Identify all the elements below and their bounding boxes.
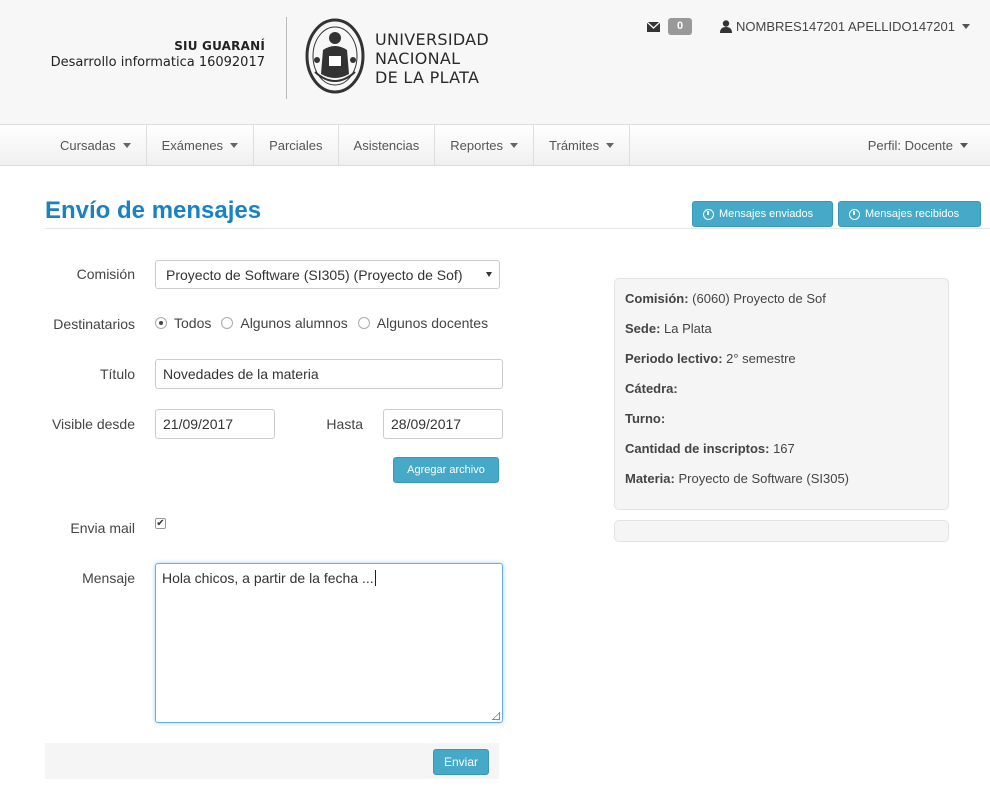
info-circle-icon	[849, 208, 860, 220]
add-file-button[interactable]: Agregar archivo	[393, 457, 499, 483]
nav-item-parciales[interactable]: Parciales	[254, 125, 339, 165]
radio-algunos-alumnos[interactable]	[221, 317, 234, 329]
info-row: Comisión: (6060) Proyecto de Sof	[625, 291, 938, 321]
nav-item-cursadas[interactable]: Cursadas	[45, 125, 147, 165]
user-name: NOMBRES147201 APELLIDO147201	[736, 19, 955, 34]
title-divider	[45, 228, 990, 229]
info-row: Sede: La Plata	[625, 321, 938, 351]
send-button[interactable]: Enviar	[433, 749, 489, 775]
mail-link[interactable]: 0	[647, 18, 692, 35]
comision-selected-value: Proyecto de Software (SI305) (Proyecto d…	[166, 266, 463, 283]
brand-subtitle: Desarrollo informatica 16092017	[50, 55, 265, 70]
titulo-input[interactable]: Novedades de la materia	[155, 359, 503, 389]
chevron-down-icon	[122, 142, 131, 148]
comision-info-panel: Comisión: (6060) Proyecto de Sof Sede: L…	[614, 278, 949, 510]
chevron-down-icon	[606, 142, 615, 148]
chevron-down-icon	[486, 272, 492, 277]
brand-title: SIU GUARANÍ	[174, 39, 265, 53]
info-circle-icon	[703, 208, 714, 220]
comision-label: Comisión	[76, 266, 135, 282]
brand: SIU GUARANÍ Desarrollo informatica 16092…	[51, 39, 265, 70]
info-row: Cátedra:	[625, 381, 938, 411]
hasta-label: Hasta	[326, 416, 363, 432]
radio-todos-label: Todos	[174, 315, 212, 331]
resize-grip-icon[interactable]	[492, 712, 500, 720]
chevron-down-icon	[230, 142, 239, 148]
nav-item-reportes[interactable]: Reportes	[435, 125, 535, 165]
nav-item-examenes[interactable]: Exámenes	[147, 125, 255, 165]
nav-item-label: Parciales	[269, 137, 323, 153]
nav-item-label: Reportes	[450, 137, 504, 153]
envia-mail-checkbox[interactable]: ✔	[155, 518, 166, 529]
destinatarios-radio-group: Todos Algunos alumnos Algunos docentes	[155, 315, 498, 331]
info-row-label: Sede:	[625, 321, 661, 336]
visible-desde-value: 21/09/2017	[163, 416, 234, 432]
checkmark-icon: ✔	[156, 518, 165, 529]
nav-item-label: Trámites	[549, 137, 600, 153]
info-row: Turno:	[625, 411, 938, 441]
chevron-down-icon	[960, 142, 968, 148]
radio-todos[interactable]	[155, 317, 167, 329]
main-navbar: Cursadas Exámenes Parciales Asistencias …	[0, 124, 990, 166]
university-name-line: UNIVERSIDAD	[375, 30, 490, 49]
nav-item-label: Asistencias	[353, 137, 420, 153]
envia-mail-label: Envia mail	[70, 520, 135, 536]
comision-select[interactable]: Proyecto de Software (SI305) (Proyecto d…	[155, 260, 500, 289]
nav-item-tramites[interactable]: Trámites	[534, 125, 631, 165]
info-row: Cantidad de inscriptos: 167	[625, 441, 938, 471]
destinatarios-label: Destinatarios	[53, 316, 135, 332]
titulo-label: Título	[99, 366, 135, 382]
envelope-icon	[647, 21, 660, 32]
info-row-label: Comisión:	[625, 291, 689, 306]
header: SIU GUARANÍ Desarrollo informatica 16092…	[0, 0, 990, 124]
chevron-down-icon	[510, 142, 519, 148]
info-row-value: 2° semestre	[722, 351, 796, 366]
info-row-value: 167	[769, 441, 795, 456]
hasta-value: 28/09/2017	[391, 416, 462, 432]
info-row-label: Periodo lectivo:	[625, 351, 723, 366]
titulo-input-value: Novedades de la materia	[163, 366, 319, 382]
mensaje-text: Hola chicos, a partir de la fecha ...	[162, 570, 374, 586]
mensaje-label: Mensaje	[82, 570, 135, 586]
info-row: Materia: Proyecto de Software (SI305)	[625, 471, 938, 501]
university-name-line: DE LA PLATA	[375, 68, 480, 87]
info-row-label: Cantidad de inscriptos:	[625, 441, 770, 456]
nav-item-asistencias[interactable]: Asistencias	[339, 125, 436, 165]
empty-info-panel	[614, 520, 949, 542]
visible-desde-label: Visible desde	[51, 416, 135, 432]
received-messages-button[interactable]: Mensajes recibidos	[838, 201, 981, 227]
brand-divider	[286, 17, 287, 99]
visible-desde-input[interactable]: 21/09/2017	[155, 409, 275, 439]
hasta-input[interactable]: 28/09/2017	[383, 409, 503, 439]
nav-item-label: Cursadas	[60, 137, 116, 153]
radio-algunos-alumnos-label: Algunos alumnos	[240, 315, 348, 331]
text-cursor	[374, 570, 376, 586]
radio-algunos-docentes[interactable]	[357, 317, 370, 329]
university-seal-logo	[305, 18, 365, 94]
nav-menu: Cursadas Exámenes Parciales Asistencias …	[45, 125, 631, 165]
radio-algunos-docentes-label: Algunos docentes	[376, 315, 489, 331]
received-messages-label: Mensajes recibidos	[865, 208, 960, 220]
info-row-label: Cátedra:	[625, 381, 678, 396]
perfil-label: Perfil: Docente	[867, 137, 953, 153]
mensaje-textarea[interactable]: Hola chicos, a partir de la fecha ...	[155, 563, 503, 723]
info-row-value: La Plata	[660, 321, 712, 336]
user-icon	[720, 20, 732, 33]
university-name: UNIVERSIDAD NACIONAL DE LA PLATA	[375, 30, 489, 87]
info-row-label: Materia:	[625, 471, 675, 486]
info-row: Periodo lectivo: 2° semestre	[625, 351, 938, 381]
info-row-label: Turno:	[625, 411, 666, 426]
form-footer	[45, 743, 499, 779]
sent-messages-label: Mensajes enviados	[719, 208, 814, 220]
chevron-down-icon	[961, 24, 970, 29]
info-row-value: (6060) Proyecto de Sof	[688, 291, 826, 306]
university-name-line: NACIONAL	[375, 49, 461, 68]
user-menu[interactable]: NOMBRES147201 APELLIDO147201	[720, 19, 970, 34]
perfil-menu[interactable]: Perfil: Docente	[868, 125, 968, 165]
info-row-value: Proyecto de Software (SI305)	[674, 471, 850, 486]
page-title: Envío de mensajes	[45, 197, 262, 224]
mail-count-badge: 0	[668, 18, 692, 35]
sent-messages-button[interactable]: Mensajes enviados	[692, 201, 833, 227]
nav-item-label: Exámenes	[161, 137, 224, 153]
